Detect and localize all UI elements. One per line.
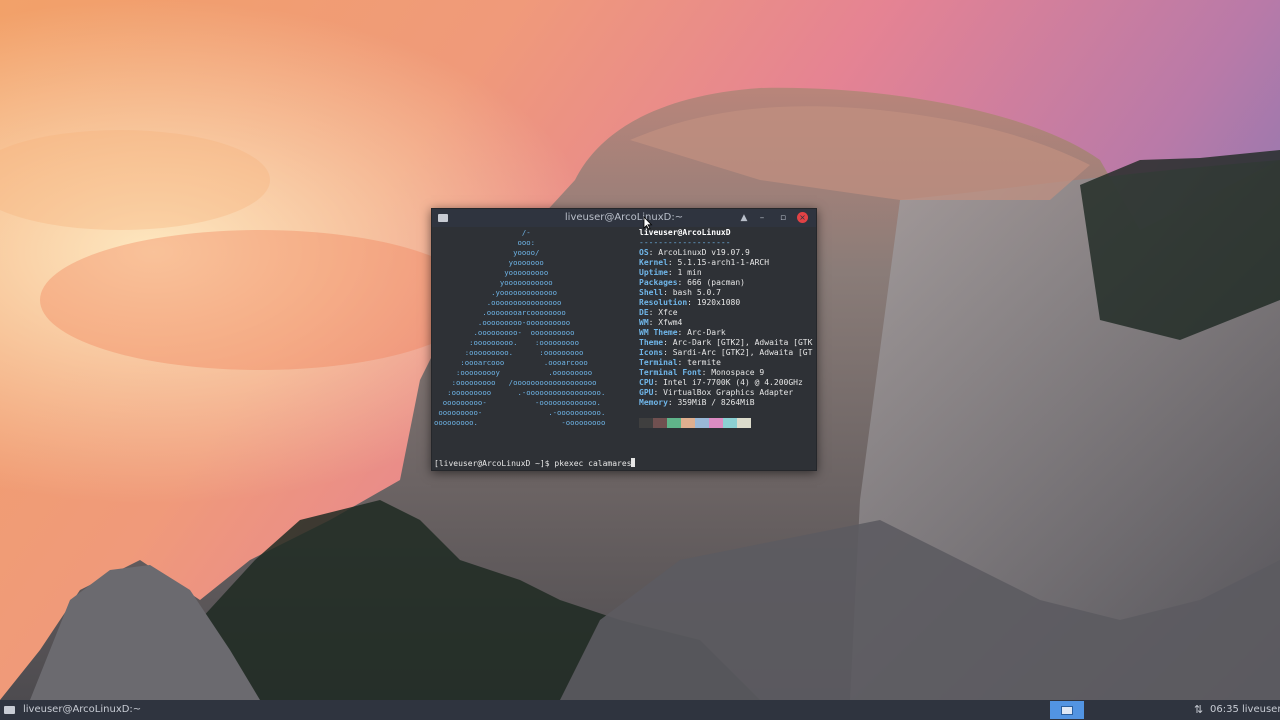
clock[interactable]: 06:35	[1210, 700, 1239, 720]
taskbar-window-button[interactable]: liveuser@ArcoLinuxD:~	[4, 700, 141, 720]
neofetch-info-line: Uptime: 1 min	[639, 268, 814, 278]
info-value: Monospace 9	[711, 368, 765, 377]
color-palette	[639, 418, 751, 428]
info-colon: :	[663, 348, 673, 357]
mouse-pointer-icon	[643, 216, 653, 230]
info-key: DE	[639, 308, 649, 317]
neofetch-info-line: CPU: Intel i7-7700K (4) @ 4.200GHz	[639, 378, 814, 388]
workspace-switcher[interactable]	[1050, 701, 1084, 719]
neofetch-info-line: Packages: 666 (pacman)	[639, 278, 814, 288]
palette-swatch	[667, 418, 681, 428]
terminal-icon	[4, 706, 15, 714]
close-button[interactable]: ×	[797, 212, 808, 223]
info-colon: :	[667, 268, 678, 277]
info-key: WM	[639, 318, 649, 327]
user-menu[interactable]: liveuser	[1242, 700, 1280, 720]
neofetch-info-line: Kernel: 5.1.15-arch1-1-ARCH	[639, 258, 814, 268]
neofetch-info-line: DE: Xfce	[639, 308, 814, 318]
prompt-command: pkexec calamares	[554, 459, 632, 468]
info-key: OS	[639, 248, 649, 257]
neofetch-info-line: Terminal: termite	[639, 358, 814, 368]
info-value: 1920x1080	[696, 298, 741, 307]
info-colon: :	[667, 258, 678, 267]
info-colon: :	[701, 368, 712, 377]
info-colon: :	[648, 248, 659, 257]
prompt-text: [liveuser@ArcoLinuxD ~]$	[434, 459, 555, 468]
neofetch-info-line: WM: Xfwm4	[639, 318, 814, 328]
minimize-button[interactable]: –	[754, 209, 770, 227]
neofetch-info-line: GPU: VirtualBox Graphics Adapter	[639, 388, 814, 398]
window-titlebar[interactable]: liveuser@ArcoLinuxD:~ ▲ – ▫ ×	[432, 209, 816, 227]
info-key: Shell	[639, 288, 664, 297]
info-key: WM Theme	[639, 328, 678, 337]
info-colon: :	[653, 378, 664, 387]
info-key: Icons	[639, 348, 664, 357]
neofetch-info-line: WM Theme: Arc-Dark	[639, 328, 814, 338]
info-value: bash 5.0.7	[672, 288, 721, 297]
info-colon: :	[648, 318, 659, 327]
neofetch-ascii-logo: /- ooo: yoooo/ yooooooo yooooooooo yoooo…	[434, 228, 606, 427]
info-value: Arc-Dark	[687, 328, 726, 337]
taskbar-window-label: liveuser@ArcoLinuxD:~	[23, 704, 142, 715]
info-colon: :	[667, 398, 678, 407]
info-colon: :	[677, 358, 688, 367]
palette-swatch	[681, 418, 695, 428]
shell-prompt[interactable]: [liveuser@ArcoLinuxD ~]$ pkexec calamare…	[434, 458, 636, 469]
info-key: Terminal Font	[639, 368, 702, 377]
info-colon: :	[663, 288, 673, 297]
info-colon: :	[653, 388, 664, 397]
info-key: Theme	[639, 338, 664, 347]
palette-swatch	[695, 418, 709, 428]
info-value: Xfwm4	[658, 318, 683, 327]
info-key: Uptime	[639, 268, 668, 277]
neofetch-separator: -------------------	[639, 238, 731, 247]
palette-swatch	[709, 418, 723, 428]
neofetch-info-line: Resolution: 1920x1080	[639, 298, 814, 308]
neofetch-info-line: Memory: 359MiB / 8264MiB	[639, 398, 814, 408]
neofetch-info-line: Terminal Font: Monospace 9	[639, 368, 814, 378]
info-value: Xfce	[658, 308, 678, 317]
info-value: 359MiB / 8264MiB	[677, 398, 755, 407]
neofetch-info-lines: OS: ArcoLinuxD v19.07.9 Kernel: 5.1.15-ar…	[639, 248, 814, 408]
info-key: Kernel	[639, 258, 668, 267]
info-key: Packages	[639, 278, 678, 287]
info-colon: :	[663, 338, 673, 347]
workspace-window-icon	[1061, 705, 1073, 715]
info-value: Arc-Dark [GTK2], Adwaita [GTK	[672, 338, 813, 347]
neofetch-info: liveuser@ArcoLinuxD ------------------- …	[639, 228, 814, 408]
info-value: 1 min	[677, 268, 702, 277]
info-key: CPU	[639, 378, 654, 387]
info-key: Resolution	[639, 298, 688, 307]
info-value: 666 (pacman)	[687, 278, 745, 287]
info-colon: :	[677, 328, 688, 337]
neofetch-info-line: Icons: Sardi-Arc [GTK2], Adwaita [GT	[639, 348, 814, 358]
info-value: VirtualBox Graphics Adapter	[663, 388, 794, 397]
palette-swatch	[653, 418, 667, 428]
info-key: Terminal	[639, 358, 678, 367]
maximize-button[interactable]: ▫	[775, 209, 791, 227]
info-value: 5.1.15-arch1-1-ARCH	[677, 258, 770, 267]
palette-swatch	[723, 418, 737, 428]
text-cursor	[631, 458, 636, 467]
info-value: ArcoLinuxD v19.07.9	[658, 248, 750, 257]
info-colon: :	[648, 308, 659, 317]
info-value: Sardi-Arc [GTK2], Adwaita [GT	[672, 348, 813, 357]
palette-swatch	[737, 418, 751, 428]
terminal-window[interactable]: liveuser@ArcoLinuxD:~ ▲ – ▫ × /- ooo: yo…	[431, 208, 817, 471]
neofetch-info-line: Theme: Arc-Dark [GTK2], Adwaita [GTK	[639, 338, 814, 348]
info-value: Intel i7-7700K (4) @ 4.200GHz	[663, 378, 803, 387]
neofetch-info-line: Shell: bash 5.0.7	[639, 288, 814, 298]
info-key: Memory	[639, 398, 668, 407]
taskbar: liveuser@ArcoLinuxD:~ ⇅ 06:35 liveuser	[0, 700, 1280, 720]
neofetch-header: liveuser@ArcoLinuxD	[639, 228, 731, 237]
network-transfer-icon[interactable]: ⇅	[1194, 700, 1203, 720]
neofetch-info-line: OS: ArcoLinuxD v19.07.9	[639, 248, 814, 258]
info-value: termite	[687, 358, 721, 367]
info-colon: :	[687, 298, 697, 307]
info-colon: :	[677, 278, 688, 287]
info-key: GPU	[639, 388, 654, 397]
palette-swatch	[639, 418, 653, 428]
shade-button[interactable]: ▲	[736, 209, 752, 227]
terminal-content[interactable]: /- ooo: yoooo/ yooooooo yooooooooo yoooo…	[434, 228, 814, 468]
